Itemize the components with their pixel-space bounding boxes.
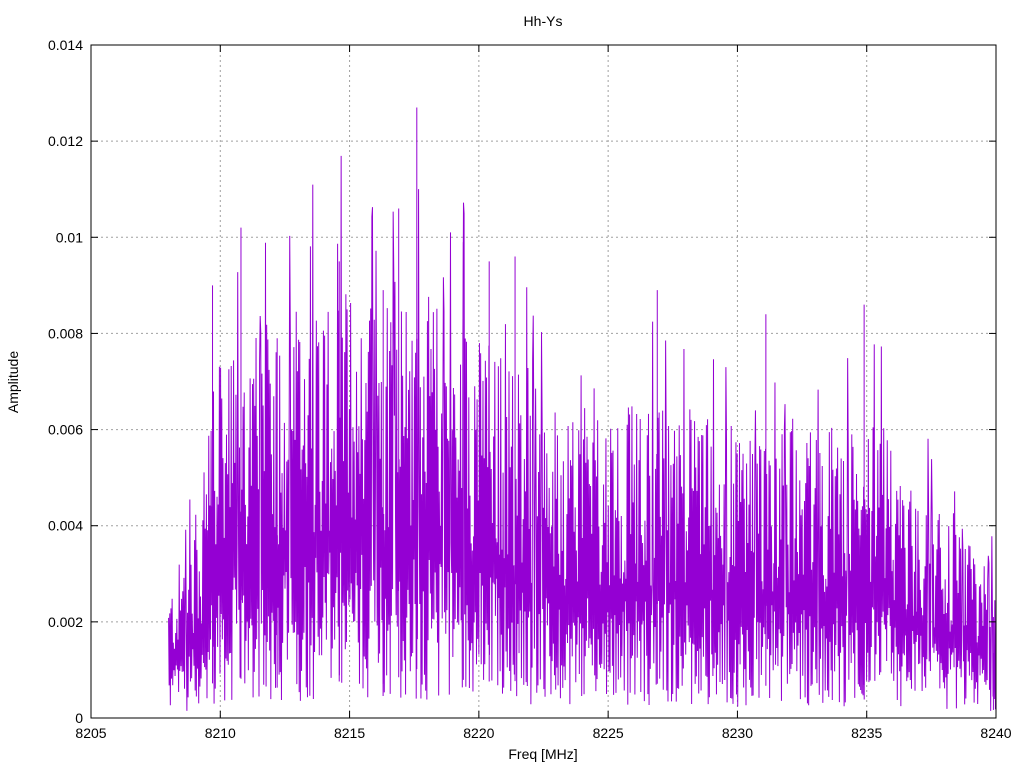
chart: Hh-Ys 8205 8210 8215 8220 8225 8230 8235 8240 0… [5, 13, 1012, 762]
y-tick-label: 0.002 [48, 614, 83, 630]
y-tick-label: 0.012 [48, 133, 83, 149]
x-tick-label: 8225 [593, 725, 624, 741]
series-line [168, 155, 997, 711]
x-tick-label: 8220 [463, 725, 494, 741]
x-tick-label: 8215 [334, 725, 365, 741]
y-tick-label: 0.006 [48, 422, 83, 438]
chart-title: Hh-Ys [524, 13, 563, 29]
x-tick-labels: 8205 8210 8215 8220 8225 8230 8235 8240 [75, 725, 1011, 741]
y-tick-label: 0.008 [48, 325, 83, 341]
x-tick-label: 8210 [205, 725, 236, 741]
y-tick-label: 0.01 [56, 229, 83, 245]
x-tick-label: 8205 [75, 725, 106, 741]
x-tick-label: 8230 [722, 725, 753, 741]
series-layer [168, 107, 997, 711]
y-tick-label: 0.014 [48, 37, 83, 53]
x-tick-label: 8240 [980, 725, 1011, 741]
y-tick-labels: 0 0.002 0.004 0.006 0.008 0.01 0.012 0.014 [48, 37, 83, 726]
x-axis-label: Freq [MHz] [508, 746, 577, 762]
x-tick-label: 8235 [851, 725, 882, 741]
y-tick-label: 0.004 [48, 518, 83, 534]
y-tick-label: 0 [75, 710, 83, 726]
y-axis-label: Amplitude [5, 351, 21, 413]
